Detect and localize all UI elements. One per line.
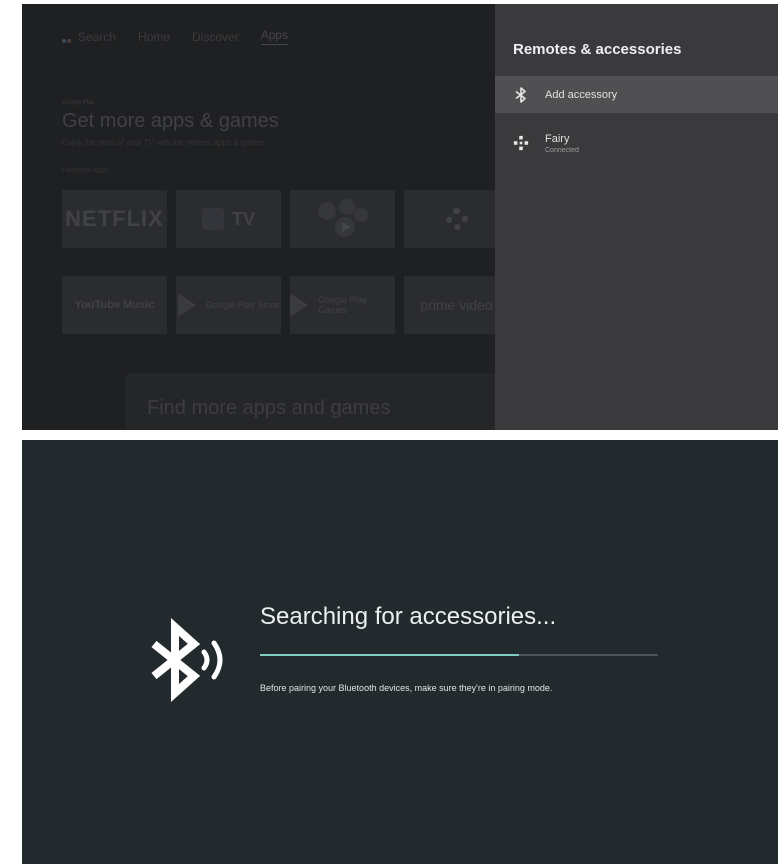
find-more-label: Find more apps and games [147,397,391,419]
play-store-icon [177,293,196,317]
play-games-icon [290,293,308,317]
tv-tile-label: TV [231,208,255,229]
search-progress-fill [260,654,519,656]
gamepad-icon [513,135,529,151]
app-tile-play-games[interactable]: Google Play Games [290,276,395,334]
remotes-accessories-panel: Remotes & accessories Add accessory Fair… [495,4,778,430]
app-tile-settings[interactable] [404,190,509,248]
nav-search-label: Search [78,29,117,44]
play-games-label: Google Play Games [318,295,368,315]
netflix-logo: NETFLIX [65,206,164,231]
accessories-panel-screenshot: Search Home Discover Apps Google Play Ge… [22,4,778,430]
app-tile-netflix[interactable]: NETFLIX [62,190,167,248]
find-more-apps-card[interactable]: Find more apps and games [125,373,505,430]
fairy-text: Fairy Connected [545,133,579,154]
favorites-label: Favorites Apps [62,167,109,174]
app-tile-games[interactable] [290,190,395,248]
searching-accessories-screenshot: Searching for accessories... Before pair… [22,440,778,864]
add-accessory-item[interactable]: Add accessory [495,76,778,113]
play-store-label: Google Play Store [205,300,280,310]
accessory-item-fairy[interactable]: Fairy Connected [495,128,778,158]
nav-discover[interactable]: Discover [192,30,239,44]
fairy-label: Fairy [545,132,570,145]
top-navigation: Search Home Discover Apps [62,28,289,45]
bluetooth-searching-icon [151,618,223,702]
bluetooth-icon [513,86,529,103]
google-assistant-icon [62,32,72,44]
pairing-mode-hint: Before pairing your Bluetooth devices, m… [260,683,553,693]
add-accessory-label: Add accessory [545,88,618,101]
app-tile-prime-video[interactable]: prime video [404,276,509,334]
gear-icon [445,208,468,230]
searching-title: Searching for accessories... [260,603,557,630]
nav-apps[interactable]: Apps [260,28,289,45]
nav-search[interactable]: Search [62,30,116,44]
app-tile-play-store[interactable]: Google Play Store [176,276,281,334]
apps-heading: Get more apps & games [62,110,279,132]
nav-home[interactable]: Home [138,30,170,44]
apps-home-background: Search Home Discover Apps Google Play Ge… [22,4,509,430]
panel-title: Remotes & accessories [513,41,682,58]
search-progress-bar [260,654,658,656]
app-tile-youtube-music[interactable]: YouTube Music [62,276,167,334]
google-play-brand: Google Play [62,100,95,106]
apps-subheading: Enjoy the most of your TV with the newes… [62,138,265,147]
games-cluster-icon [317,199,368,237]
youtube-music-logo: YouTube Music [74,299,155,311]
app-tile-tv[interactable]: TV [176,190,281,248]
prime-video-logo: prime video [420,297,493,313]
fairy-status: Connected [545,146,579,154]
tv-icon [201,208,224,230]
